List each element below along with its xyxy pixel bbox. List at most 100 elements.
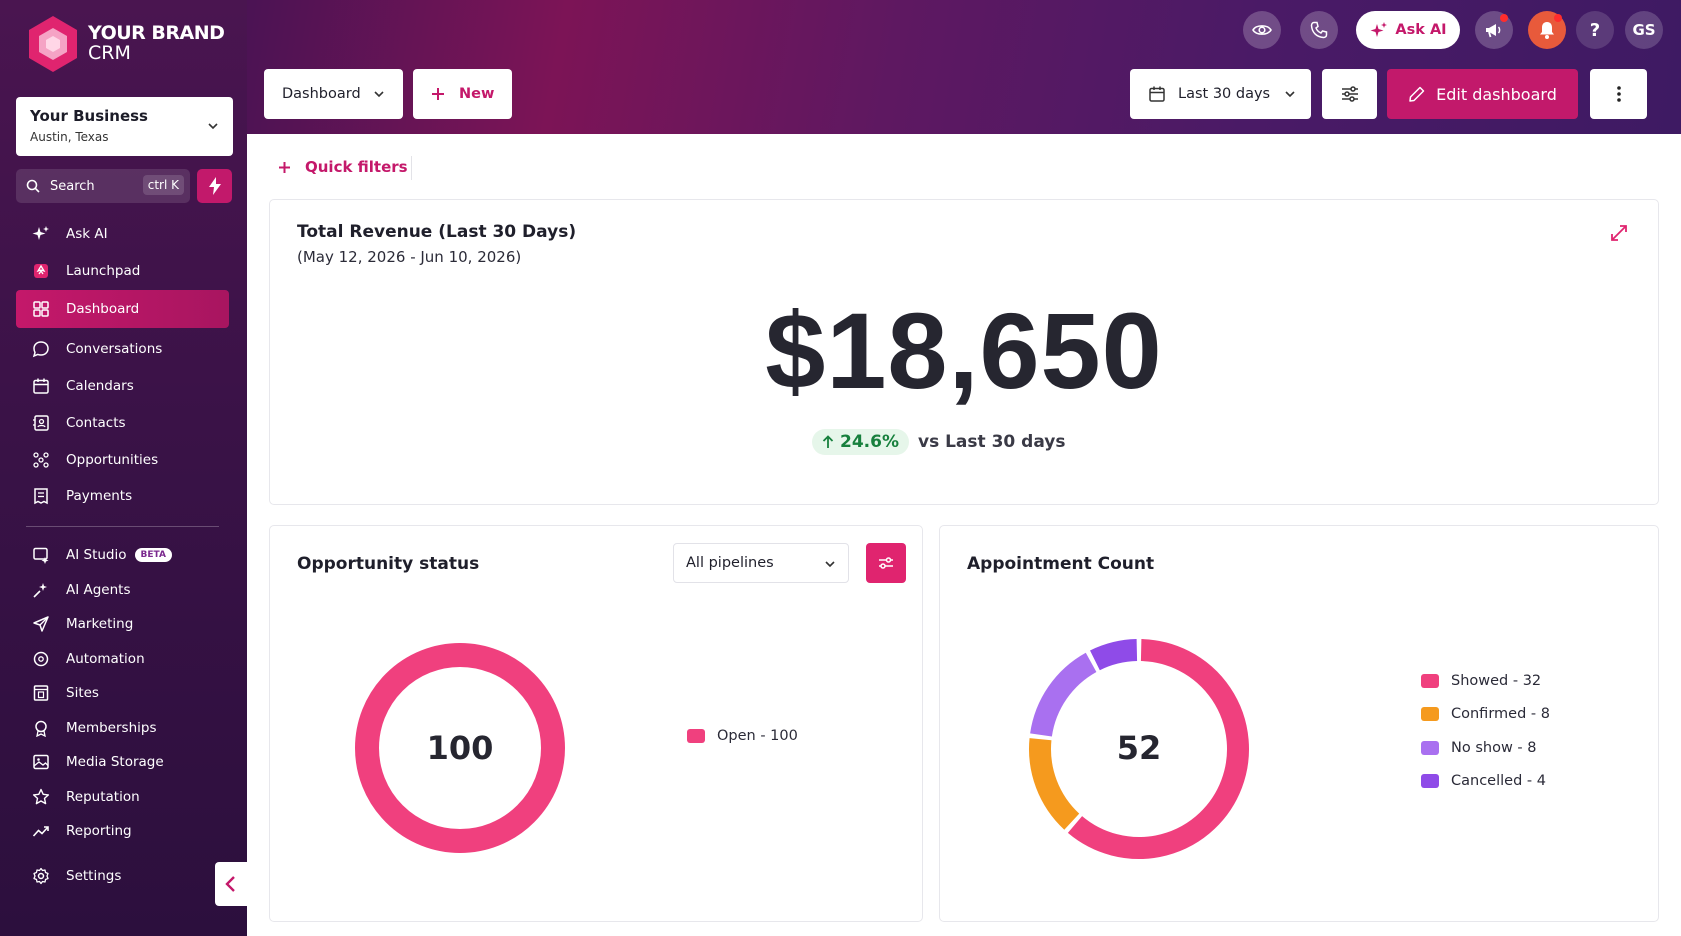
legend-swatch	[1421, 774, 1439, 788]
sidebar-item-label: Settings	[66, 868, 122, 884]
sidebar-item-label: AI Studio	[66, 547, 127, 563]
notification-dot	[1554, 14, 1562, 22]
phone-button[interactable]	[1300, 11, 1338, 49]
sites-icon	[31, 683, 51, 703]
automation-icon	[31, 649, 51, 669]
pipeline-select[interactable]: All pipelines	[673, 543, 849, 583]
sliders-icon	[1341, 86, 1358, 102]
expand-icon[interactable]	[1610, 224, 1628, 242]
sidebar-item-contacts[interactable]: Contacts	[16, 404, 229, 442]
sidebar-item-label: Media Storage	[66, 754, 164, 770]
legend-item-showed: Showed - 32	[1421, 673, 1541, 689]
edit-dashboard-button[interactable]: Edit dashboard	[1387, 69, 1578, 119]
donut-slice-no-show[interactable]	[1030, 652, 1097, 737]
sidebar-item-ask-ai[interactable]: Ask AI	[16, 215, 229, 253]
brand-name: YOUR BRAND	[88, 22, 225, 45]
chevron-down-icon	[1285, 91, 1295, 98]
sidebar-item-calendars[interactable]: Calendars	[16, 367, 229, 405]
delta-value: 24.6%	[840, 432, 899, 452]
revenue-date-range: (May 12, 2026 - Jun 10, 2026)	[297, 248, 522, 266]
donut-slice-cancelled[interactable]	[1090, 639, 1138, 671]
phone-icon	[1310, 21, 1328, 39]
revenue-card: Total Revenue (Last 30 Days) (May 12, 20…	[269, 199, 1659, 505]
legend-label: Confirmed - 8	[1451, 706, 1550, 722]
sidebar-item-settings[interactable]: Settings	[16, 857, 229, 895]
sidebar-item-label: Contacts	[66, 415, 126, 431]
collapse-sidebar-button[interactable]	[215, 862, 247, 906]
ask-ai-button[interactable]: Ask AI	[1356, 11, 1460, 49]
legend-swatch	[687, 729, 705, 743]
sidebar-item-media-storage[interactable]: Media Storage	[16, 743, 229, 781]
sidebar-item-launchpad[interactable]: Launchpad	[16, 252, 229, 290]
opportunity-filter-button[interactable]	[866, 543, 906, 583]
sidebar-item-label: Opportunities	[66, 452, 159, 468]
legend-label: Cancelled - 4	[1451, 773, 1546, 789]
sidebar-item-marketing[interactable]: Marketing	[16, 605, 229, 643]
sidebar-item-dashboard[interactable]: Dashboard	[16, 290, 229, 328]
gear-icon	[31, 866, 51, 886]
chevron-left-icon	[225, 876, 235, 892]
legend-item-open: Open - 100	[687, 728, 798, 744]
user-avatar[interactable]: GS	[1625, 11, 1663, 49]
brand-subtitle: CRM	[88, 42, 131, 64]
legend-label: No show - 8	[1451, 740, 1537, 756]
more-options-button[interactable]	[1590, 69, 1647, 119]
membership-icon	[31, 718, 51, 738]
trend-icon	[31, 821, 51, 841]
sidebar-item-reporting[interactable]: Reporting	[16, 812, 229, 850]
chat-icon	[31, 339, 51, 359]
dashboard-select[interactable]: Dashboard	[264, 69, 403, 119]
donut-slice-confirmed[interactable]	[1029, 738, 1080, 830]
revenue-value: $18,650	[765, 290, 1163, 411]
ai-studio-icon	[31, 545, 51, 565]
sidebar-item-label: Ask AI	[66, 226, 108, 242]
sidebar-item-label: Dashboard	[66, 301, 140, 317]
delta-badge: 24.6%	[812, 429, 909, 455]
new-button[interactable]: New	[413, 69, 512, 119]
business-switcher[interactable]: Your Business Austin, Texas	[16, 97, 233, 156]
revenue-delta: 24.6% vs Last 30 days	[812, 429, 1065, 455]
sidebar-item-automation[interactable]: Automation	[16, 640, 229, 678]
sidebar-item-opportunities[interactable]: Opportunities	[16, 441, 229, 479]
notifications-button[interactable]	[1528, 11, 1566, 49]
business-name: Your Business	[30, 107, 148, 125]
sidebar-item-conversations[interactable]: Conversations	[16, 330, 229, 368]
legend-item-cancelled: Cancelled - 4	[1421, 773, 1546, 789]
sidebar-item-label: AI Agents	[66, 582, 131, 598]
sidebar-item-reputation[interactable]: Reputation	[16, 778, 229, 816]
filter-settings-button[interactable]	[1322, 69, 1377, 119]
business-location: Austin, Texas	[30, 130, 109, 144]
search-input[interactable]: Search ctrl K	[16, 169, 190, 203]
sidebar-item-payments[interactable]: Payments	[16, 477, 229, 515]
sidebar: YOUR BRAND CRM Your Business Austin, Tex…	[0, 0, 247, 936]
announcements-button[interactable]	[1475, 11, 1513, 49]
search-shortcut: ctrl K	[142, 175, 184, 195]
star-icon	[31, 787, 51, 807]
help-button[interactable]: ?	[1576, 11, 1614, 49]
opportunity-status-card: Opportunity status All pipelines 100 Ope…	[269, 525, 923, 922]
sidebar-item-memberships[interactable]: Memberships	[16, 709, 229, 747]
appointment-title: Appointment Count	[967, 554, 1155, 574]
brand-logo-icon	[29, 16, 77, 72]
network-icon	[31, 450, 51, 470]
sidebar-divider	[26, 526, 219, 527]
new-button-label: New	[459, 86, 495, 102]
lightning-icon	[208, 177, 221, 195]
brand[interactable]: YOUR BRAND CRM	[26, 14, 225, 74]
legend-item-no-show: No show - 8	[1421, 740, 1536, 756]
quick-filters-button[interactable]: Quick filters	[278, 158, 408, 176]
sidebar-item-ai-agents[interactable]: AI Agents	[16, 571, 229, 609]
sidebar-item-ai-studio[interactable]: AI Studio BETA	[16, 536, 229, 574]
send-icon	[31, 614, 51, 634]
dashboard-select-label: Dashboard	[282, 86, 361, 102]
help-icon: ?	[1589, 19, 1601, 41]
image-icon	[31, 752, 51, 772]
date-range-select[interactable]: Last 30 days	[1130, 69, 1311, 119]
preview-button[interactable]	[1243, 11, 1281, 49]
sliders-icon	[879, 557, 893, 569]
plus-icon	[279, 161, 290, 173]
sidebar-item-sites[interactable]: Sites	[16, 674, 229, 712]
legend-swatch	[1421, 707, 1439, 721]
quick-action-button[interactable]	[197, 169, 232, 203]
legend-swatch	[1421, 674, 1439, 688]
